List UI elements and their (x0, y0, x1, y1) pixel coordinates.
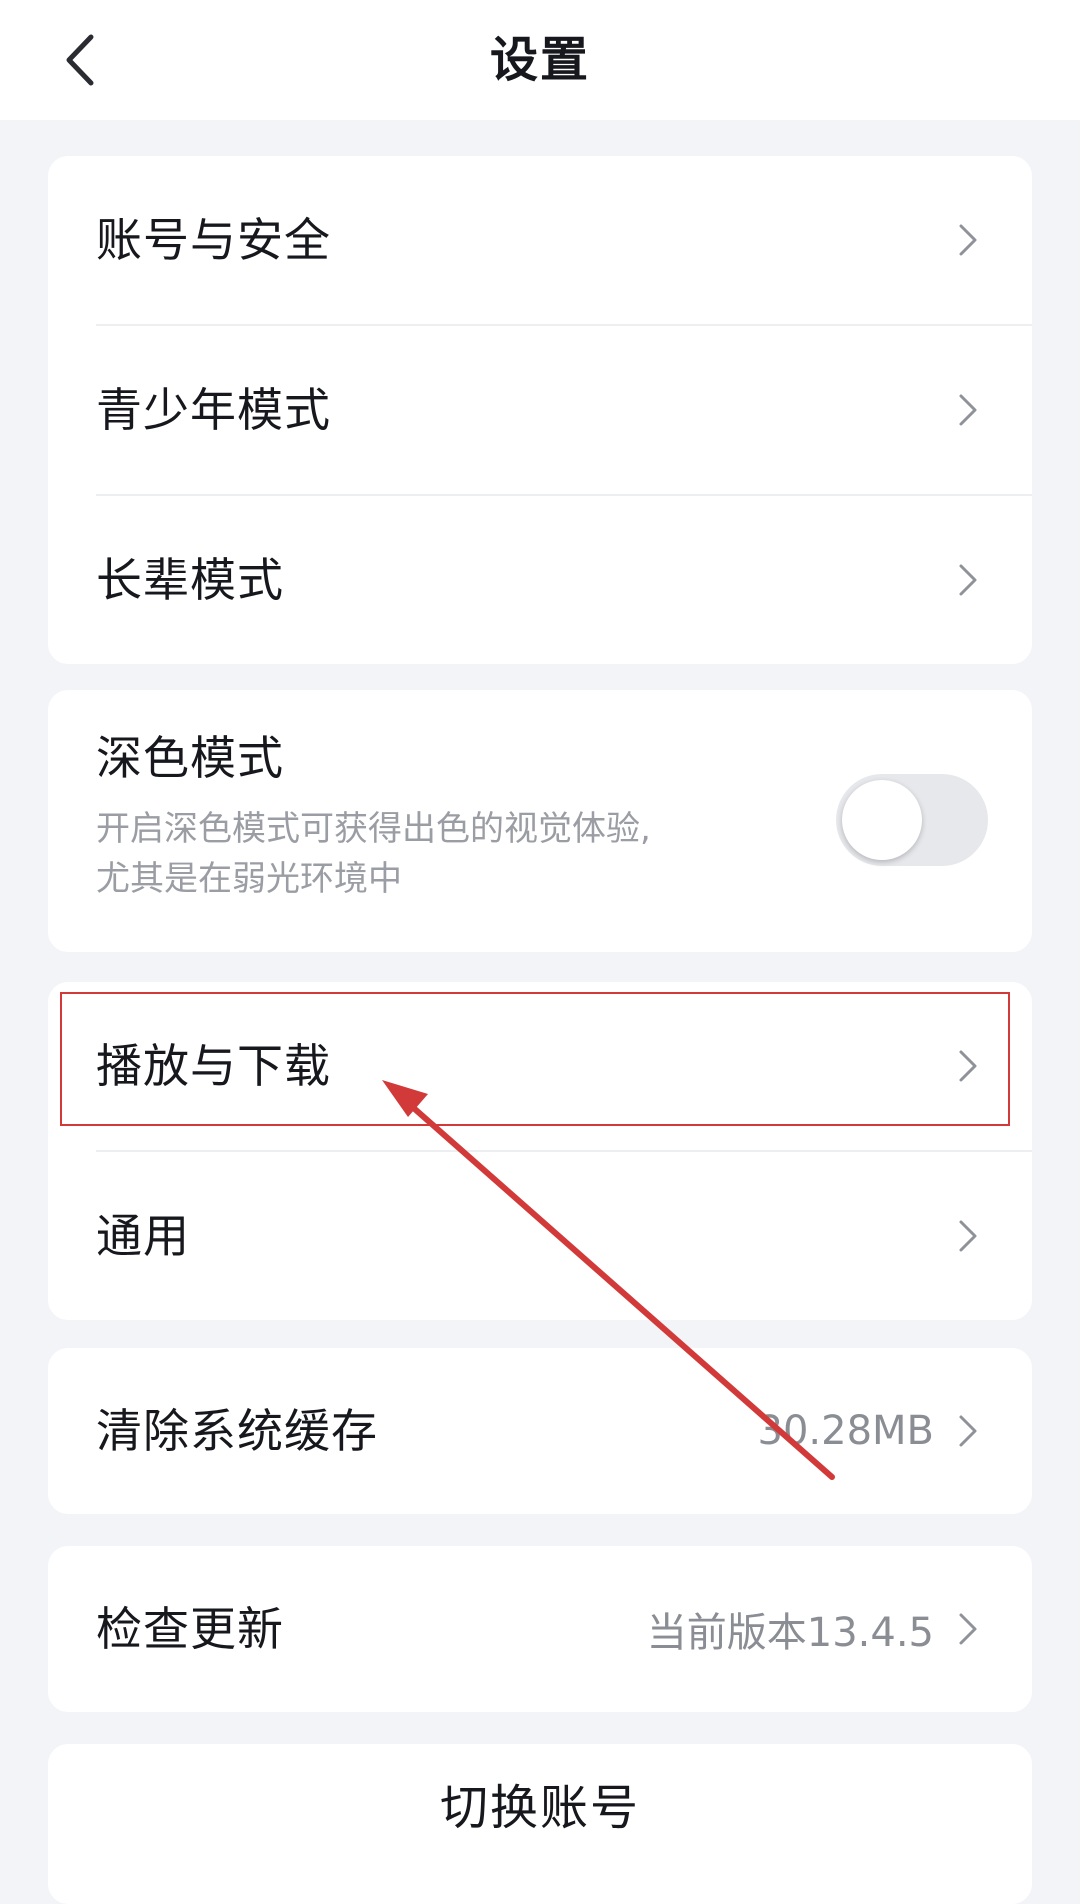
settings-group-account: 账号与安全 青少年模式 长辈模式 (48, 156, 1032, 664)
elder-mode-label: 长辈模式 (96, 553, 284, 607)
chevron-right-icon (956, 1216, 980, 1256)
dark-mode-description: 开启深色模式可获得出色的视觉体验, 尤其是在弱光环境中 (96, 804, 736, 904)
switch-account-button[interactable]: 切换账号 (48, 1744, 1032, 1904)
account-security-label: 账号与安全 (96, 213, 331, 267)
general-item[interactable]: 通用 (48, 1152, 1032, 1320)
switch-account-label: 切换账号 (439, 1780, 640, 1836)
chevron-right-icon (956, 1411, 980, 1451)
chevron-right-icon (956, 560, 980, 600)
clear-cache-card: 清除系统缓存 30.28MB (48, 1348, 1032, 1514)
page-title: 设置 (489, 32, 590, 88)
check-update-item[interactable]: 检查更新 当前版本13.4.5 (48, 1546, 1032, 1712)
dark-mode-description-line1: 开启深色模式可获得出色的视觉体验, (96, 809, 651, 849)
dark-mode-card: 深色模式 开启深色模式可获得出色的视觉体验, 尤其是在弱光环境中 (48, 690, 1032, 952)
chevron-right-icon (956, 1609, 980, 1649)
cache-size-value: 30.28MB (757, 1408, 934, 1454)
chevron-right-icon (956, 220, 980, 260)
clear-cache-item[interactable]: 清除系统缓存 30.28MB (48, 1348, 1032, 1514)
settings-group-playback: 播放与下载 通用 (48, 982, 1032, 1320)
dark-mode-toggle[interactable] (836, 774, 988, 866)
teen-mode-label: 青少年模式 (96, 383, 331, 437)
general-label: 通用 (96, 1209, 190, 1263)
elder-mode-item[interactable]: 长辈模式 (48, 496, 1032, 664)
clear-cache-label: 清除系统缓存 (96, 1404, 378, 1458)
check-update-card: 检查更新 当前版本13.4.5 (48, 1546, 1032, 1712)
playback-download-item[interactable]: 播放与下载 (48, 982, 1032, 1150)
playback-download-label: 播放与下载 (96, 1039, 331, 1093)
account-security-item[interactable]: 账号与安全 (48, 156, 1032, 324)
nav-bar: 设置 (0, 0, 1080, 120)
check-update-label: 检查更新 (96, 1602, 284, 1656)
current-version-value: 当前版本13.4.5 (646, 1610, 934, 1656)
dark-mode-title: 深色模式 (96, 731, 284, 785)
toggle-knob (842, 780, 922, 860)
chevron-right-icon (956, 390, 980, 430)
dark-mode-description-line2: 尤其是在弱光环境中 (96, 859, 402, 899)
chevron-right-icon (956, 1046, 980, 1086)
teen-mode-item[interactable]: 青少年模式 (48, 326, 1032, 494)
